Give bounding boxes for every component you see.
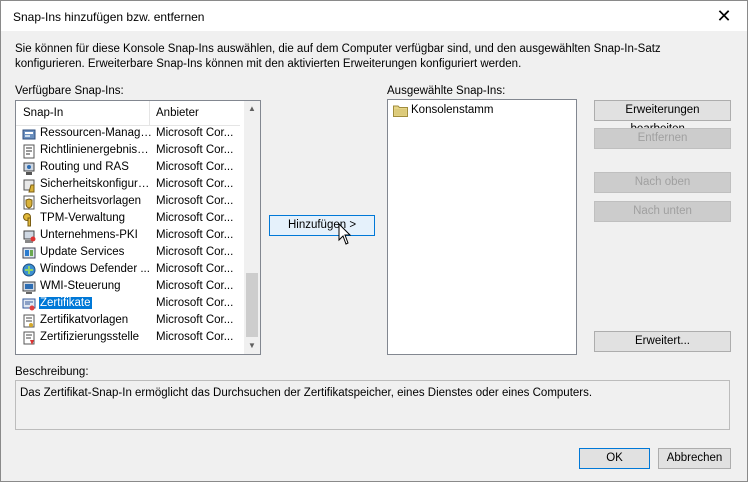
snapin-row[interactable]: Zertifikate Microsoft Cor... (16, 296, 240, 313)
security-config-icon (23, 179, 35, 193)
snapin-dialog: Snap-Ins hinzufügen bzw. entfernen ✕ Sie… (0, 0, 748, 482)
tpm-key-icon (23, 213, 31, 227)
move-down-button[interactable]: Nach unten (594, 201, 731, 222)
edit-extensions-button[interactable]: Erweiterungen bearbeiten... (594, 100, 731, 135)
cancel-button[interactable]: Abbrechen (658, 448, 731, 469)
window-title: Snap-Ins hinzufügen bzw. entfernen (13, 10, 205, 24)
snapin-name: WMI-Steuerung (40, 280, 121, 292)
snapin-row[interactable]: Update Services Microsoft Cor... (16, 245, 240, 262)
snapin-row[interactable]: Sicherheitskonfigura... Microsoft Cor... (16, 177, 240, 194)
snapin-row[interactable]: TPM-Verwaltung Microsoft Cor... (16, 211, 240, 228)
snapin-row[interactable]: Zertifikatvorlagen Microsoft Cor... (16, 313, 240, 330)
selected-snapins-label: Ausgewählte Snap-Ins: (387, 85, 506, 97)
column-header-snapin[interactable]: Snap-In (23, 107, 63, 119)
available-snapins-list[interactable]: Snap-In Anbieter Ressourcen-Manage... Mic… (15, 100, 261, 355)
ok-button[interactable]: OK (579, 448, 650, 469)
snapin-row[interactable]: Windows Defender ... Microsoft Cor... (16, 262, 240, 279)
defender-firewall-icon (22, 263, 36, 277)
snapin-name: Routing und RAS (40, 161, 129, 173)
snapin-vendor: Microsoft Cor... (156, 280, 234, 292)
enterprise-pki-icon (23, 230, 36, 243)
close-icon[interactable]: ✕ (701, 1, 747, 31)
snapin-vendor: Microsoft Cor... (156, 212, 234, 224)
description-label: Beschreibung: (15, 366, 89, 378)
snapin-row[interactable]: Unternehmens-PKI Microsoft Cor... (16, 228, 240, 245)
snapin-name: Zertifikatvorlagen (40, 314, 129, 326)
resource-manager-icon (22, 129, 36, 140)
snapin-vendor: Microsoft Cor... (156, 161, 234, 173)
description-box: Das Zertifikat-Snap-In ermöglicht das Du… (15, 380, 730, 430)
snapin-vendor: Microsoft Cor... (156, 195, 234, 207)
move-up-button[interactable]: Nach oben (594, 172, 731, 193)
snapin-name: TPM-Verwaltung (40, 212, 126, 224)
certificate-icon (22, 298, 36, 311)
title-bar: Snap-Ins hinzufügen bzw. entfernen ✕ (1, 1, 747, 31)
snapin-row[interactable]: Zertifizierungsstelle Microsoft Cor... (16, 330, 240, 347)
policy-result-icon (23, 144, 35, 159)
snapin-row[interactable]: Sicherheitsvorlagen Microsoft Cor... (16, 194, 240, 211)
vertical-scrollbar[interactable]: ▲ ▼ (244, 101, 260, 354)
snapin-row[interactable]: Richtlinienergebnissatz Microsoft Cor... (16, 143, 240, 160)
snapin-row[interactable]: WMI-Steuerung Microsoft Cor... (16, 279, 240, 296)
scroll-down-arrow-icon[interactable]: ▼ (244, 338, 260, 354)
snapin-name: Unternehmens-PKI (40, 229, 138, 241)
snapin-name: Zertifizierungsstelle (40, 331, 140, 343)
snapin-vendor: Microsoft Cor... (156, 331, 234, 343)
description-text: Das Zertifikat-Snap-In ermöglicht das Du… (20, 387, 593, 399)
snapin-vendor: Microsoft Cor... (156, 263, 234, 275)
snapin-name: Windows Defender ... (40, 263, 150, 275)
advanced-button[interactable]: Erweitert... (594, 331, 731, 352)
add-button[interactable]: Hinzufügen > (269, 215, 375, 236)
snapin-vendor: Microsoft Cor... (156, 229, 234, 241)
wmi-icon (22, 281, 36, 294)
snapin-vendor: Microsoft Cor... (156, 178, 234, 190)
snapin-vendor: Microsoft Cor... (156, 246, 234, 258)
snapin-row[interactable]: Ressourcen-Manage... Microsoft Cor... (16, 126, 240, 143)
routing-icon (23, 162, 35, 175)
snapin-name: Ressourcen-Manage... (40, 127, 154, 139)
scroll-up-arrow-icon[interactable]: ▲ (244, 101, 260, 117)
snapin-name: Richtlinienergebnissatz (40, 144, 154, 156)
column-separator[interactable] (149, 101, 150, 125)
selected-snapins-tree[interactable]: Konsolenstamm (387, 99, 577, 355)
snapin-name: Sicherheitsvorlagen (40, 195, 142, 207)
remove-button[interactable]: Entfernen (594, 128, 731, 149)
snapin-vendor: Microsoft Cor... (156, 297, 234, 309)
folder-icon (393, 105, 408, 117)
snapin-rows: Ressourcen-Manage... Microsoft Cor... Rich… (16, 126, 240, 347)
available-snapins-label: Verfügbare Snap-Ins: (15, 85, 124, 97)
update-services-icon (22, 247, 36, 259)
snapin-name: Zertifikate (39, 297, 92, 309)
security-template-icon (23, 195, 35, 210)
certificate-template-icon (23, 314, 35, 328)
snapin-vendor: Microsoft Cor... (156, 314, 234, 326)
snapin-vendor: Microsoft Cor... (156, 127, 234, 139)
certification-authority-icon (23, 331, 35, 345)
column-header-vendor[interactable]: Anbieter (156, 107, 199, 119)
snapin-name: Update Services (40, 246, 125, 258)
list-header: Snap-In Anbieter (16, 101, 240, 126)
snapin-name: Sicherheitskonfigura... (40, 178, 154, 190)
snapin-vendor: Microsoft Cor... (156, 144, 234, 156)
tree-item-label: Konsolenstamm (411, 104, 494, 116)
scroll-thumb[interactable] (246, 273, 258, 337)
mouse-cursor-icon (338, 223, 352, 245)
snapin-row[interactable]: Routing und RAS Microsoft Cor... (16, 160, 240, 177)
intro-text: Sie können für diese Konsole Snap-Ins au… (15, 43, 661, 70)
